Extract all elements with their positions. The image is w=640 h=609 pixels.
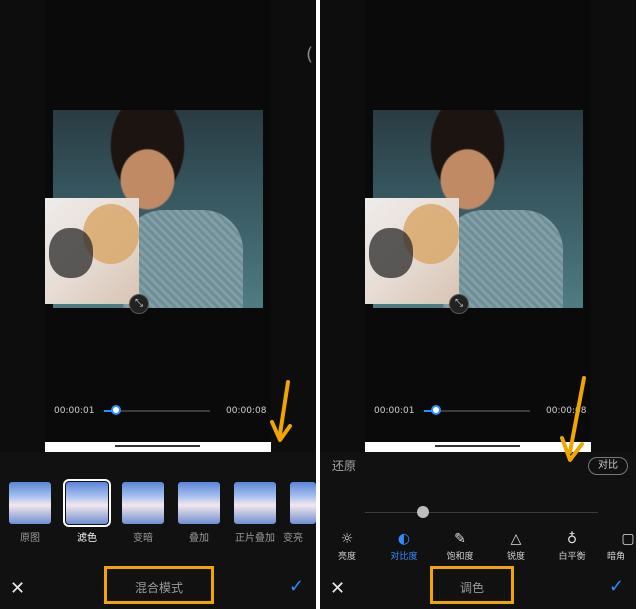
bottom-strip [365, 442, 591, 452]
tab-color-adjust[interactable]: 调色 [430, 566, 514, 604]
dropper-icon[interactable]: ✎ [449, 531, 471, 547]
resize-handle-icon[interactable]: ⤡ [129, 294, 149, 314]
check-icon[interactable]: ✓ [609, 576, 624, 597]
thumbnail-label: 变暗 [133, 533, 153, 544]
adjust-slider-track[interactable] [365, 512, 598, 513]
thumbnail-label: 正片叠加 [235, 533, 275, 544]
thumbnail-label: 叠加 [189, 533, 209, 544]
overlay-image[interactable] [45, 198, 139, 304]
tool-label-brightness: 亮度 [337, 552, 356, 562]
thumbnail-original[interactable] [9, 482, 51, 524]
tab-blend-mode-label: 混合模式 [134, 581, 183, 595]
time-current: 00:00:01 [374, 406, 415, 416]
right-sidebar-dark [591, 0, 636, 452]
tool-label-sharpness: 锐度 [506, 552, 525, 562]
adjust-slider-knob[interactable] [417, 506, 429, 518]
arrow-annotation-icon [270, 380, 292, 442]
sun-icon[interactable]: ☼ [336, 531, 358, 547]
video-preview: ⤡ [45, 0, 271, 452]
thumbnail-darken[interactable] [122, 482, 164, 524]
left-sidebar-dark [320, 0, 365, 452]
tool-label-contrast: 对比度 [390, 552, 418, 562]
arrow-annotation-icon [560, 376, 586, 462]
check-icon[interactable]: ✓ [289, 576, 304, 597]
time-total: 00:00:08 [226, 406, 267, 416]
timeline-knob[interactable] [111, 405, 121, 415]
close-icon[interactable]: ✕ [10, 578, 25, 599]
close-icon[interactable]: ✕ [330, 578, 345, 599]
left-sidebar-dark [0, 0, 45, 452]
resize-handle-icon[interactable]: ⤡ [449, 294, 469, 314]
video-preview: ⤡ [365, 0, 591, 452]
overlay-image[interactable] [365, 198, 459, 304]
bottom-strip [45, 442, 271, 452]
contrast-icon[interactable]: ◐ [393, 531, 415, 547]
timeline-knob[interactable] [431, 405, 441, 415]
tab-blend-mode[interactable]: 混合模式 [104, 566, 214, 604]
thumbnail-label: 变亮 [283, 533, 303, 544]
time-current: 00:00:01 [54, 406, 95, 416]
thumbnail-multiply[interactable] [234, 482, 276, 524]
tool-label-white-balance: 白平衡 [558, 552, 586, 562]
restore-button[interactable]: 还原 [332, 457, 356, 474]
thumbnail-overlay[interactable] [178, 482, 220, 524]
vignette-icon[interactable]: ▢ [617, 531, 636, 547]
tool-label-vignette: 暗角 [607, 552, 626, 562]
triangle-icon[interactable]: △ [505, 531, 527, 547]
thermometer-icon[interactable]: ♁ [561, 531, 583, 547]
thumbnail-label: 滤色 [77, 533, 97, 544]
bracket-icon: ( [305, 44, 313, 65]
tool-label-saturation: 饱和度 [446, 552, 474, 562]
tab-color-adjust-label: 调色 [459, 581, 484, 595]
right-screenshot-panel: ⤡ 00:00:01 00:00:08 还原 对比 ☼ ◐ ✎ △ ♁ ▢ 亮度… [320, 0, 636, 609]
thumbnail-label: 原图 [20, 533, 40, 544]
current-adjust-pill: 对比 [588, 457, 628, 475]
thumbnail-lighten[interactable] [290, 482, 316, 524]
left-screenshot-panel: ⤡ ( 00:00:01 00:00:08 原图 滤色 变暗 叠加 正片叠加 变… [0, 0, 316, 609]
thumbnail-screen[interactable] [63, 479, 111, 527]
